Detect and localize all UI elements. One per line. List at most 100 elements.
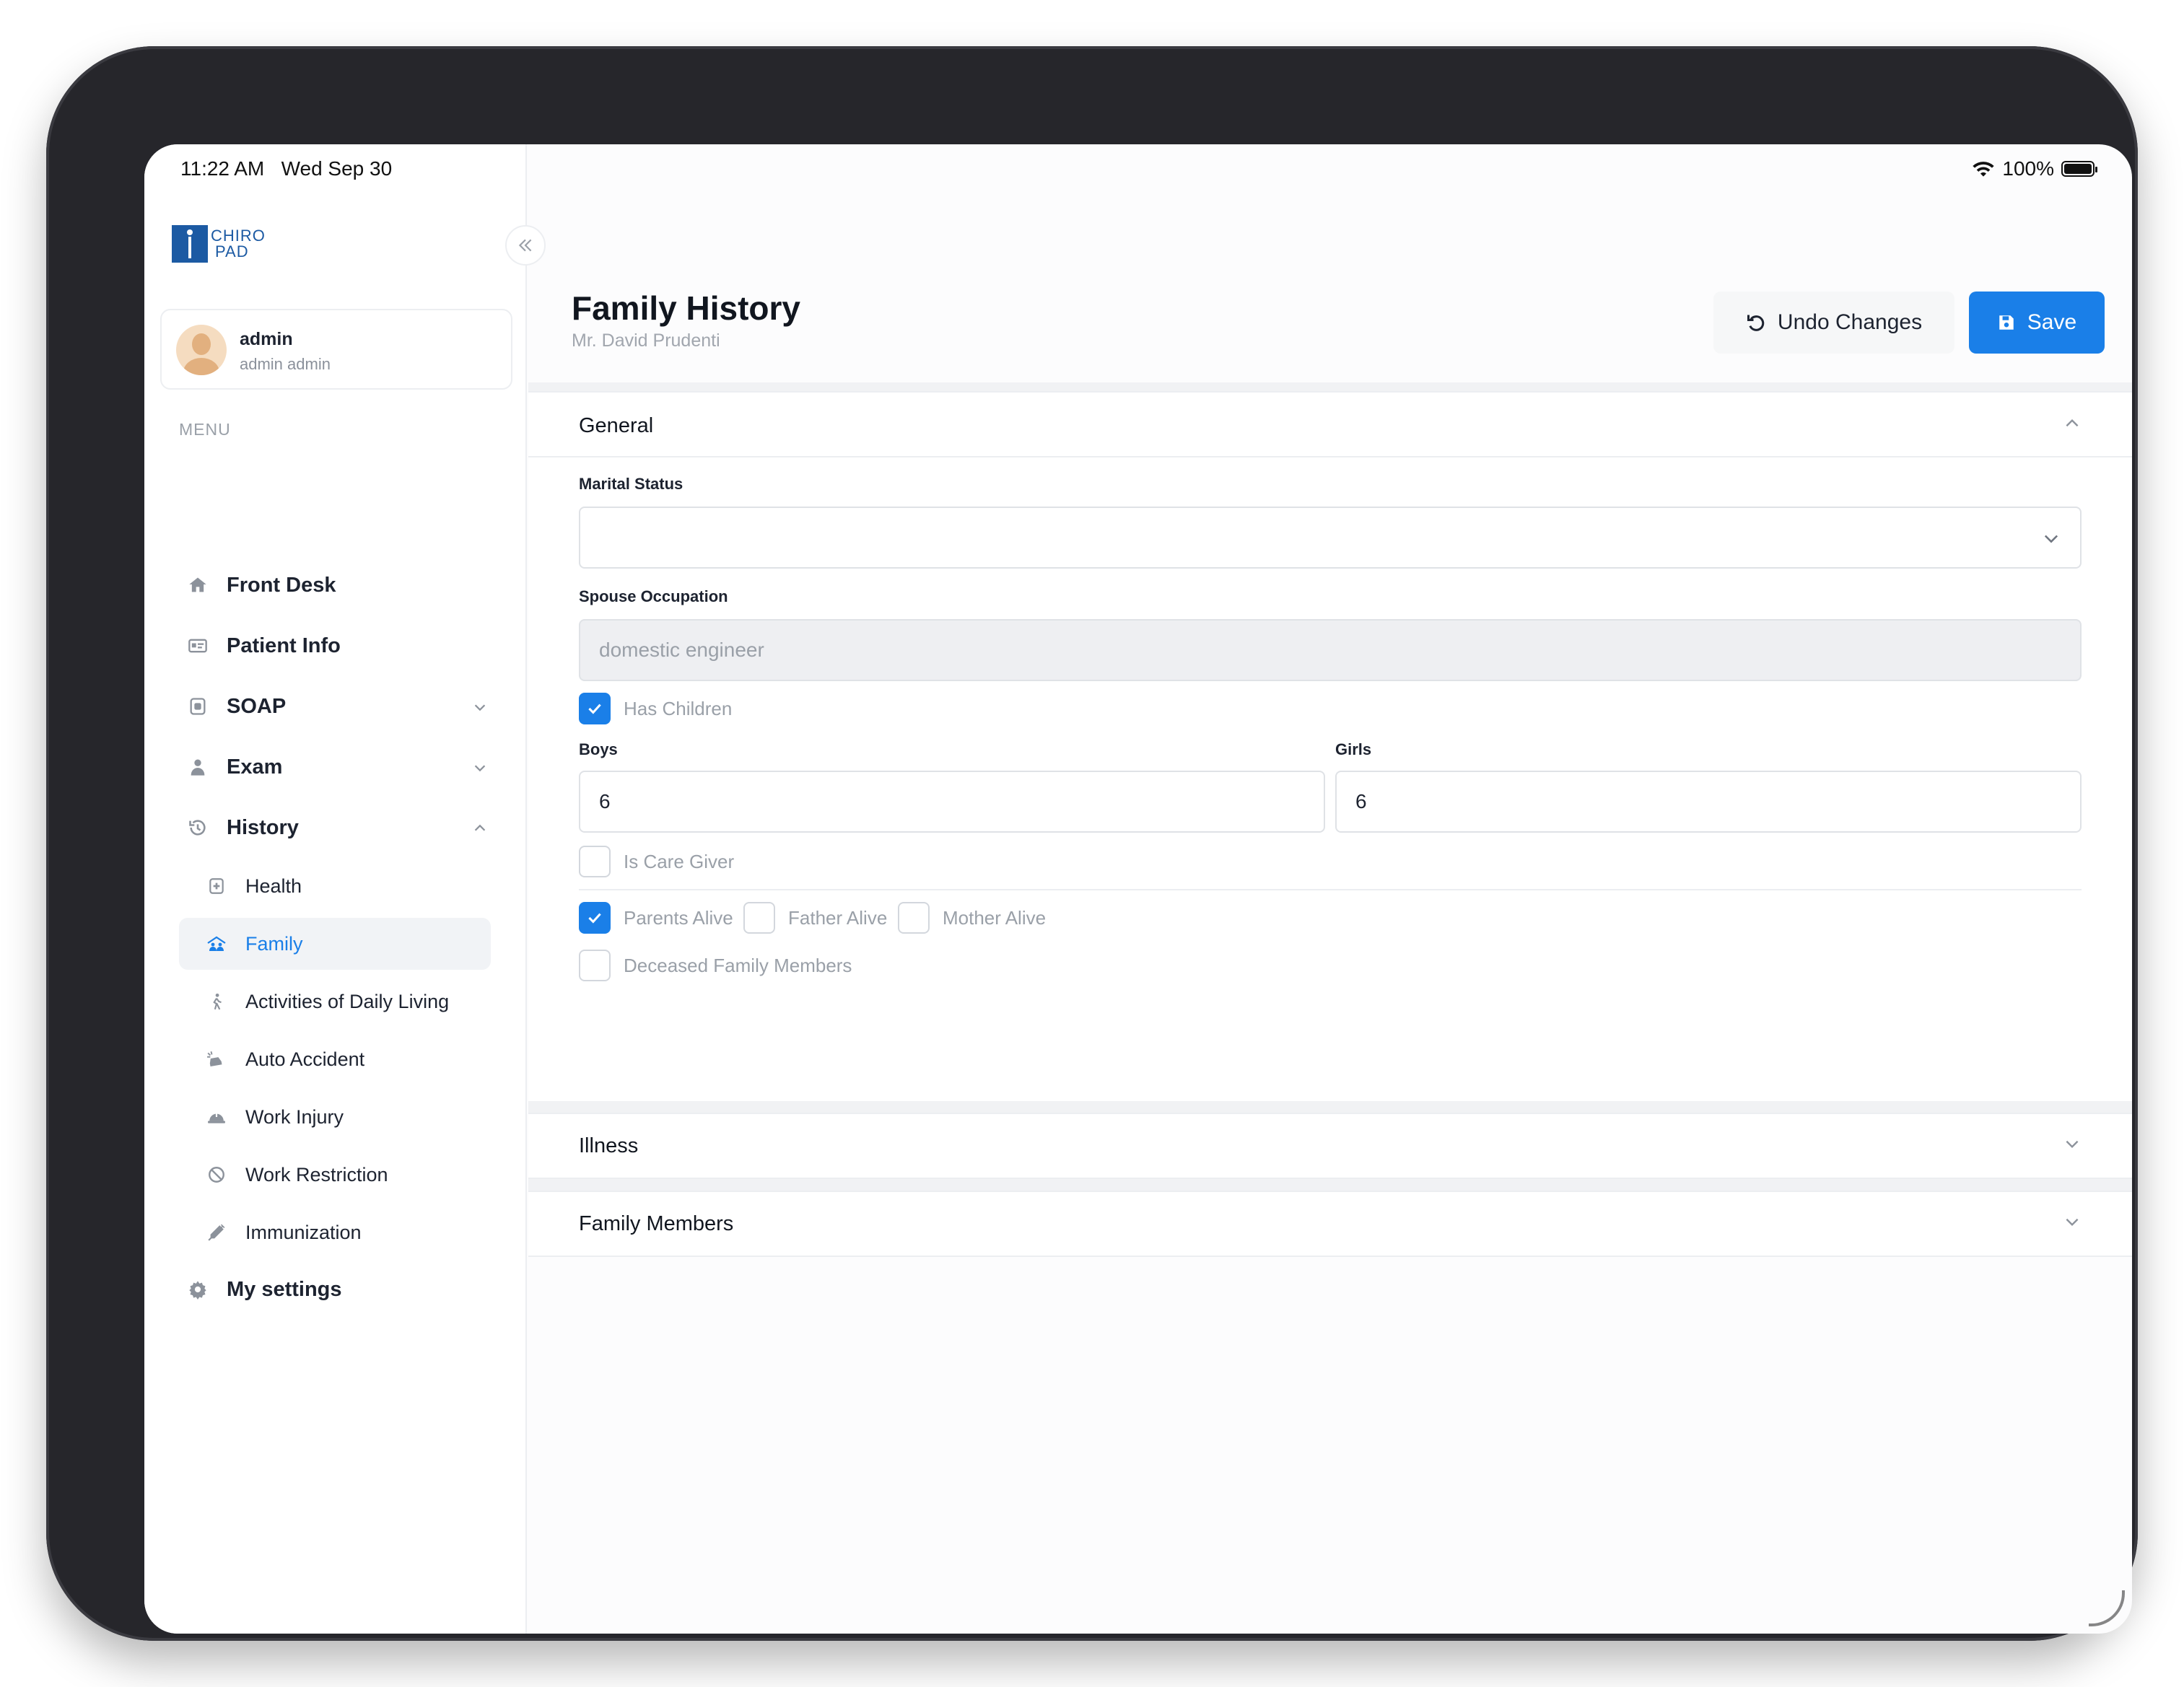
sidebar: 11:22 AM Wed Sep 30 CHIRO PAD admin admi… <box>144 144 527 1634</box>
has-children-checkbox-row[interactable]: Has Children <box>579 693 732 724</box>
girls-input[interactable] <box>1335 771 2082 833</box>
checkmark-icon <box>588 704 601 714</box>
general-panel: General <box>528 391 2132 1114</box>
syringe-icon <box>206 1222 227 1243</box>
marital-status-select[interactable] <box>579 507 2082 569</box>
patient-name: Mr. David Prudenti <box>572 330 720 351</box>
sidebar-item-work-injury[interactable]: Work Injury <box>179 1091 491 1143</box>
nav-item-history[interactable]: History <box>179 802 497 853</box>
sidebar-item-auto-accident[interactable]: Auto Accident <box>179 1033 491 1085</box>
user-name: admin <box>240 329 293 349</box>
deceased-family-checkbox-row[interactable]: Deceased Family Members <box>579 950 852 981</box>
status-clock: 11:22 AM <box>180 157 265 180</box>
status-date: Wed Sep 30 <box>281 157 393 180</box>
tablet-frame: 11:22 AM Wed Sep 30 CHIRO PAD admin admi… <box>46 46 2138 1641</box>
sidebar-item-label: Work Injury <box>245 1105 344 1128</box>
nav-item-my-settings[interactable]: My settings <box>179 1264 497 1315</box>
section-gap <box>528 1179 2132 1191</box>
sidebar-item-label: Activities of Daily Living <box>245 990 450 1012</box>
logo-figure-icon <box>172 225 208 263</box>
illness-panel[interactable]: Illness <box>528 1113 2132 1179</box>
document-plus-icon <box>206 876 227 896</box>
has-children-label: Has Children <box>624 697 733 719</box>
chiropad-logo: CHIRO PAD <box>172 225 266 263</box>
logo-text-line1: CHIRO <box>211 227 266 245</box>
battery-icon <box>2061 161 2097 177</box>
sidebar-item-family[interactable]: Family <box>179 918 491 970</box>
undo-icon <box>1747 315 1765 331</box>
chevron-down-icon <box>2063 1134 2082 1157</box>
person-icon <box>188 757 208 777</box>
logo-text-line2: PAD <box>215 242 249 260</box>
page-title: Family History <box>572 289 800 327</box>
nav-label: History <box>227 815 299 839</box>
family-members-panel[interactable]: Family Members <box>528 1191 2132 1257</box>
boys-input[interactable] <box>579 771 1325 833</box>
car-crash-icon <box>206 1049 227 1069</box>
care-giver-checkbox[interactable] <box>579 846 611 877</box>
father-alive-checkbox[interactable] <box>743 902 775 934</box>
marital-status-label: Marital Status <box>579 475 683 493</box>
undo-changes-button[interactable]: Undo Changes <box>1713 292 1954 354</box>
nav-item-front-desk[interactable]: Front Desk <box>179 560 497 610</box>
user-card[interactable]: admin admin admin <box>160 309 512 390</box>
parents-alive-label: Parents Alive <box>624 906 733 929</box>
family-icon <box>206 934 227 954</box>
gear-icon <box>188 1279 208 1300</box>
sidebar-item-immunization[interactable]: Immunization <box>179 1206 491 1258</box>
girls-label: Girls <box>1335 740 1372 758</box>
chevron-down-icon <box>2063 1212 2082 1235</box>
general-title: General <box>579 414 654 437</box>
save-button[interactable]: Save <box>1969 292 2105 354</box>
nav-label: Patient Info <box>227 634 341 657</box>
parents-alive-checkbox-row[interactable]: Parents Alive <box>579 902 733 934</box>
sidebar-item-activities[interactable]: Activities of Daily Living <box>179 976 491 1027</box>
avatar <box>176 325 227 375</box>
chevron-up-icon <box>472 818 488 842</box>
care-giver-checkbox-row[interactable]: Is Care Giver <box>579 846 734 877</box>
main-content: 100% Family History Mr. David Prudenti U… <box>528 144 2132 1634</box>
sidebar-item-health[interactable]: Health <box>179 860 491 912</box>
ban-icon <box>206 1165 227 1185</box>
mother-alive-checkbox-row[interactable]: Mother Alive <box>898 902 1046 934</box>
nav-item-patient-info[interactable]: Patient Info <box>179 621 497 671</box>
chevron-down-icon <box>472 697 488 721</box>
nav-item-soap[interactable]: SOAP <box>179 681 497 732</box>
user-subtitle: admin admin <box>240 355 331 373</box>
spouse-occupation-label: Spouse Occupation <box>579 587 728 605</box>
status-time: 11:22 AM Wed Sep 30 <box>180 157 392 180</box>
sidebar-item-label: Family <box>245 932 303 955</box>
father-alive-label: Father Alive <box>788 906 888 929</box>
chevron-down-icon <box>472 758 488 781</box>
nav-label: My settings <box>227 1277 342 1301</box>
sidebar-item-label: Immunization <box>245 1221 362 1243</box>
section-gap <box>528 1101 2132 1113</box>
save-disk-icon <box>1999 315 2014 330</box>
chevron-up-icon <box>2063 414 2082 437</box>
nav-label: Front Desk <box>227 573 336 597</box>
menu-heading: MENU <box>179 420 231 439</box>
collapse-sidebar-button[interactable] <box>505 225 546 266</box>
undo-changes-label: Undo Changes <box>1777 310 1923 334</box>
chevron-down-icon <box>2041 528 2061 552</box>
divider <box>579 889 2082 890</box>
save-label: Save <box>2027 310 2077 334</box>
nav-item-exam[interactable]: Exam <box>179 742 497 792</box>
has-children-checkbox[interactable] <box>579 693 611 724</box>
history-icon <box>188 818 208 838</box>
parents-alive-checkbox[interactable] <box>579 902 611 934</box>
deceased-family-checkbox[interactable] <box>579 950 611 981</box>
id-card-icon <box>188 636 208 656</box>
mother-alive-label: Mother Alive <box>943 906 1047 929</box>
father-alive-checkbox-row[interactable]: Father Alive <box>743 902 887 934</box>
mother-alive-checkbox[interactable] <box>898 902 930 934</box>
boys-label: Boys <box>579 740 618 758</box>
deceased-family-label: Deceased Family Members <box>624 954 852 976</box>
home-icon <box>188 575 208 595</box>
illness-title: Illness <box>579 1134 639 1157</box>
section-gap <box>528 382 2132 391</box>
sidebar-item-work-restriction[interactable]: Work Restriction <box>179 1149 491 1201</box>
logo-text: CHIRO PAD <box>211 228 266 260</box>
general-panel-header[interactable]: General <box>528 393 2132 457</box>
spouse-occupation-input[interactable] <box>579 619 2082 681</box>
